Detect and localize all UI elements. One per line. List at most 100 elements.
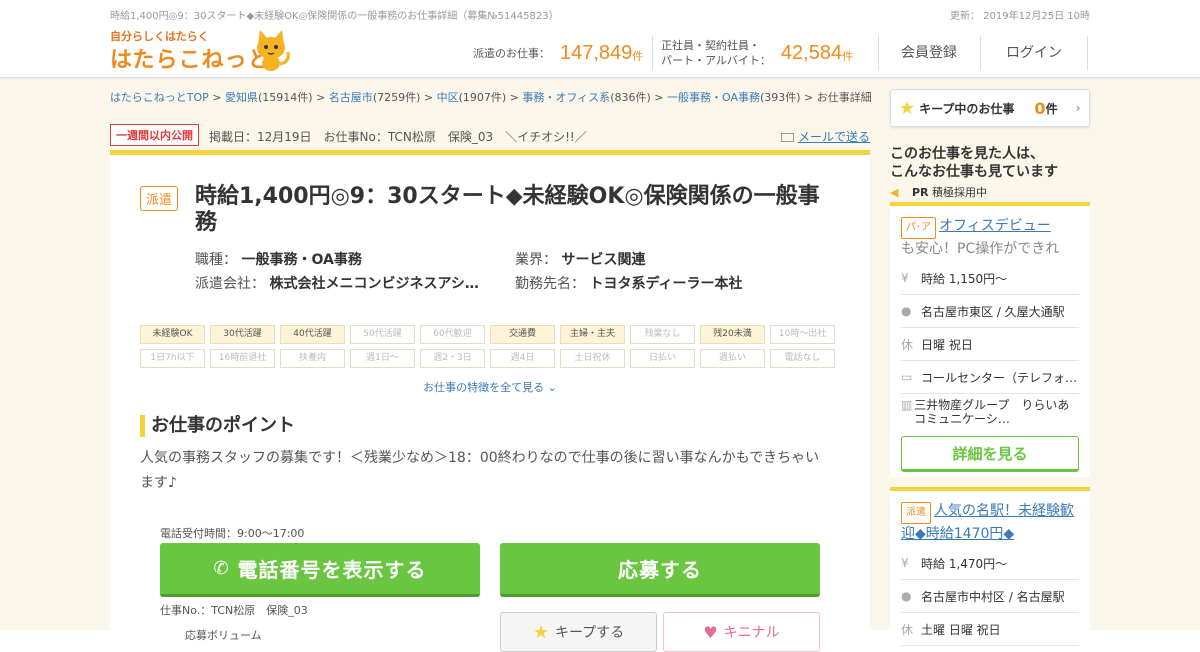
job-point-text: 人気の事務スタッフの募集です！＜残業少なめ＞18：00終わりなので仕事の後に習い… bbox=[140, 450, 820, 491]
new-within-week-badge: 一週間以内公開 bbox=[110, 124, 199, 146]
job-point-heading: お仕事のポイント bbox=[140, 415, 295, 437]
company-row: ▥ 三井物産グループ りらいあコミュニケーシ… bbox=[901, 398, 1070, 426]
feature-tag: 30代活躍 bbox=[210, 325, 275, 344]
breadcrumb-link[interactable]: 一般事務・OA事務 bbox=[667, 91, 760, 104]
site-logo[interactable]: 自分らしくはたらく はたらこねっと bbox=[110, 26, 290, 73]
apply-button[interactable]: 応募する bbox=[500, 543, 820, 597]
feature-tag: 60代歓迎 bbox=[420, 325, 485, 344]
page-caption: 時給1,400円◎9：30スタート◆未経験OK◎保険関係の一般事務のお仕事詳細（… bbox=[110, 11, 559, 22]
job-type-badge: 派遣 bbox=[901, 502, 931, 524]
divider bbox=[652, 36, 653, 70]
job-title: 時給1,400円◎9：30スタート◆未経験OK◎保険関係の一般事務 bbox=[195, 184, 820, 235]
site-header: 時給1,400円◎9：30スタート◆未経験OK◎保険関係の一般事務のお仕事詳細（… bbox=[0, 0, 1200, 78]
feature-tag: 週2・3日 bbox=[420, 349, 485, 368]
job-number: 仕事No.：TCN松原 保険_03 bbox=[160, 604, 308, 617]
job-category-row: ▭ コールセンター（テレフォ… bbox=[901, 361, 1079, 394]
kininaru-button[interactable]: ♥ キニナル bbox=[663, 612, 820, 652]
haken-count-number: 147,849 bbox=[560, 41, 633, 64]
feature-tags: 未経験OK 30代活躍 40代活躍 50代活躍 60代歓迎 交通費 主婦・主夫 残業なし 残20… bbox=[140, 325, 840, 368]
apply-volume-label: 応募ボリューム bbox=[185, 629, 262, 642]
star-icon: ★ bbox=[532, 621, 549, 643]
holiday-icon: 休 bbox=[901, 337, 914, 352]
building-icon: ▥ bbox=[901, 398, 913, 412]
breadcrumb-link[interactable]: はたらこねっとTOP bbox=[110, 91, 209, 104]
breadcrumb-link[interactable]: 愛知県 bbox=[225, 91, 258, 104]
briefcase-icon: ▭ bbox=[901, 370, 913, 384]
logo-wordmark: はたらこねっと bbox=[110, 48, 271, 73]
show-phone-button[interactable]: ✆ 電話番号を表示する bbox=[160, 543, 480, 597]
view-details-button[interactable]: 詳細を見る bbox=[901, 436, 1079, 472]
location-pin-icon: ● bbox=[901, 304, 912, 318]
chevron-right-icon: › bbox=[1075, 101, 1081, 115]
breadcrumb-text: (7259件) > bbox=[372, 91, 437, 104]
feature-tag: 週4日 bbox=[490, 349, 555, 368]
yen-icon: ¥ bbox=[901, 271, 909, 285]
industry-field: 業界： サービス関連 bbox=[515, 252, 646, 268]
keep-button[interactable]: ★ キープする bbox=[500, 612, 657, 652]
pr-label: ◀ PR 積極採用中 bbox=[890, 186, 988, 199]
keep-count: 0 bbox=[1034, 98, 1046, 118]
breadcrumb: はたらこねっとTOP > 愛知県(15914件) > 名古屋市(7259件) >… bbox=[110, 89, 872, 105]
feature-tag: 40代活躍 bbox=[280, 325, 345, 344]
wage-row: ¥ 時給 1,150円～ bbox=[901, 262, 1079, 295]
login-link[interactable]: ログイン bbox=[981, 36, 1087, 70]
feature-tag: 16時前退社 bbox=[210, 349, 275, 368]
location-pin-icon: ● bbox=[901, 589, 912, 603]
breadcrumb-text: (1907件) > bbox=[458, 91, 523, 104]
job-type-badge: 派遣 bbox=[140, 186, 179, 211]
holiday-row: 休日曜 祝日 bbox=[901, 328, 1079, 361]
divider bbox=[1087, 36, 1088, 70]
send-by-mail-link[interactable]: メールで送る bbox=[780, 128, 870, 145]
show-all-features-link[interactable]: お仕事の特徴を全て見る ⌄ bbox=[110, 379, 870, 395]
holiday-icon: 休 bbox=[901, 622, 914, 637]
breadcrumb-link[interactable]: 中区 bbox=[437, 91, 459, 104]
breadcrumb-link[interactable]: 事務・オフィス系 bbox=[522, 91, 610, 104]
feature-tag: 主婦・主夫 bbox=[560, 325, 625, 344]
megaphone-icon: ◀ bbox=[890, 186, 899, 199]
breadcrumb-link[interactable]: 名古屋市 bbox=[329, 91, 373, 104]
location-row: ● 名古屋市東区 / 久屋大通駅 bbox=[901, 295, 1079, 328]
seishain-job-count: 正社員・契約社員・ パート・アルバイト： 42,584 件 bbox=[661, 39, 854, 67]
yen-icon: ¥ bbox=[901, 556, 909, 570]
feature-tag: 残業なし bbox=[630, 325, 695, 344]
keep-list-box[interactable]: ★ キープ中のお仕事 0件 › bbox=[890, 89, 1090, 127]
phone-icon: ✆ bbox=[213, 558, 230, 579]
breadcrumb-text: (15914件) > bbox=[258, 91, 329, 104]
chevron-down-icon: ⌄ bbox=[547, 381, 557, 394]
feature-tag: 50代活躍 bbox=[350, 325, 415, 344]
feature-tag: 交通費 bbox=[490, 325, 555, 344]
also-viewed-heading: このお仕事を見た人は、 こんなお仕事も見ています bbox=[890, 146, 1058, 180]
location-row: ● 名古屋市中村区 / 名古屋駅 bbox=[901, 580, 1079, 613]
breadcrumb-text: > bbox=[208, 91, 226, 104]
recommended-job-card[interactable]: 派遣 人気の名駅！未経験歓迎◆時給1470円◆ ¥ 時給 1,470円～ ● 名古屋市… bbox=[890, 487, 1090, 646]
workplace-field: 勤務先名： トヨタ系ディーラー本社 bbox=[515, 276, 743, 292]
heart-icon: ♥ bbox=[703, 622, 718, 642]
breadcrumb-text: (836件) > bbox=[610, 91, 667, 104]
updated-timestamp: 更新： 2019年12月25日 10時 bbox=[950, 11, 1090, 22]
wage-row: ¥ 時給 1,470円～ bbox=[901, 547, 1079, 580]
recommended-job-title-link[interactable]: オフィスデビュー bbox=[939, 218, 1051, 234]
mail-icon bbox=[780, 133, 794, 142]
feature-tag: 土日祝休 bbox=[560, 349, 625, 368]
feature-tag: 10時～出社 bbox=[770, 325, 835, 344]
feature-tag: 1日7h以下 bbox=[140, 349, 205, 368]
recommended-job-card[interactable]: パ･ア オフィスデビュー も安心！PC操作ができれ ¥ 時給 1,150円～ ● 名古屋… bbox=[890, 202, 1090, 477]
star-icon: ★ bbox=[899, 97, 916, 119]
phone-hours: 電話受付時間：9:00～17:00 bbox=[160, 527, 305, 540]
feature-tag: 電話なし bbox=[770, 349, 835, 368]
haken-job-count: 派遣のお仕事： 147,849 件 bbox=[473, 41, 644, 64]
job-type-badge: パ･ア bbox=[901, 217, 936, 239]
register-link[interactable]: 会員登録 bbox=[879, 36, 979, 70]
seishain-count-number: 42,584 bbox=[780, 41, 843, 64]
publish-info-row: 一週間以内公開 掲載日：12月19日 お仕事No：TCN松原 保険_03 ＼イチ… bbox=[110, 124, 870, 146]
feature-tag: 日払い bbox=[630, 349, 695, 368]
occupation-field: 職種： 一般事務・OA事務 bbox=[195, 252, 362, 268]
publish-info: 掲載日：12月19日 お仕事No：TCN松原 保険_03 ＼イチオシ!!／ bbox=[209, 130, 587, 144]
job-detail-card: 派遣 時給1,400円◎9：30スタート◆未経験OK◎保険関係の一般事務 職種：… bbox=[110, 150, 870, 652]
feature-tag: 未経験OK bbox=[140, 325, 205, 344]
breadcrumb-text: (393件) > お仕事詳細 bbox=[759, 91, 872, 104]
feature-tag: 週1日～ bbox=[350, 349, 415, 368]
feature-tag: 扶養内 bbox=[280, 349, 345, 368]
feature-tag: 残20未満 bbox=[700, 325, 765, 344]
agency-field: 派遣会社： 株式会社メニコンビジネスアシ… bbox=[195, 276, 479, 292]
